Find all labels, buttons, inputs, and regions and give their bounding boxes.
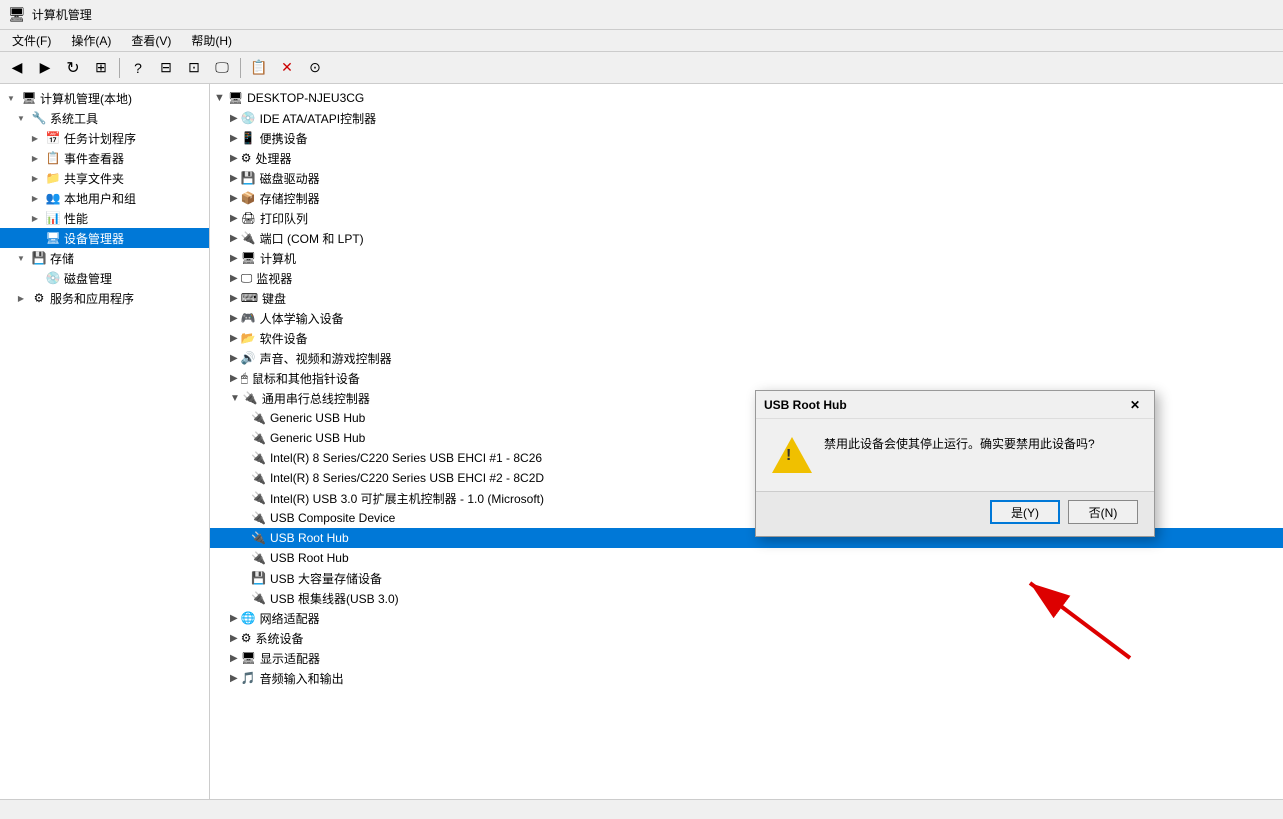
dialog-buttons: 是(Y) 否(N) [756,491,1154,536]
dialog-titlebar: USB Root Hub ✕ [756,391,1154,419]
warning-icon: ! [772,435,812,475]
dialog-yes-button[interactable]: 是(Y) [990,500,1060,524]
dialog-title: USB Root Hub [764,398,1124,412]
dialog-close-button[interactable]: ✕ [1124,395,1146,415]
dialog-overlay: USB Root Hub ✕ ! 禁用此设备会使其停止运行。确实要禁用此设备吗?… [0,0,1283,819]
confirm-dialog: USB Root Hub ✕ ! 禁用此设备会使其停止运行。确实要禁用此设备吗?… [755,390,1155,537]
dialog-content: ! 禁用此设备会使其停止运行。确实要禁用此设备吗? [756,419,1154,491]
warning-exclamation: ! [786,447,791,465]
dialog-no-button[interactable]: 否(N) [1068,500,1138,524]
dialog-message: 禁用此设备会使其停止运行。确实要禁用此设备吗? [824,435,1138,454]
